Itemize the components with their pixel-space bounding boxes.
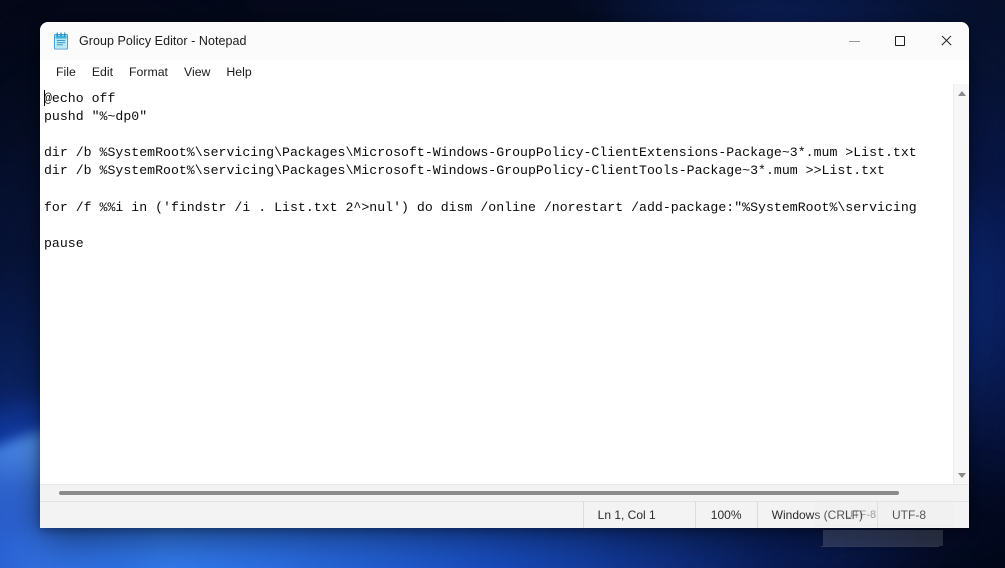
- editor-text: @echo off pushd "%~dp0" dir /b %SystemRo…: [44, 91, 917, 251]
- scroll-up-arrow-icon: [957, 90, 966, 96]
- status-zoom-level[interactable]: 100%: [694, 502, 757, 528]
- menu-item-format[interactable]: Format: [121, 62, 176, 82]
- menu-item-view[interactable]: View: [176, 62, 218, 82]
- maximize-icon: [895, 36, 905, 46]
- scroll-down-button[interactable]: [955, 468, 969, 482]
- window-title: Group Policy Editor - Notepad: [79, 34, 247, 48]
- text-editor[interactable]: @echo off pushd "%~dp0" dir /b %SystemRo…: [40, 84, 953, 484]
- notepad-window[interactable]: Group Policy Editor - Notepad File Edit …: [40, 22, 969, 528]
- close-icon: [940, 35, 952, 47]
- horizontal-scroll-track[interactable]: [42, 486, 967, 501]
- menu-bar: File Edit Format View Help: [40, 60, 969, 83]
- menu-item-file[interactable]: File: [48, 62, 84, 82]
- minimize-button[interactable]: [831, 22, 877, 60]
- close-button[interactable]: [923, 22, 969, 60]
- status-bar: Ln 1, Col 1 100% Windows (CRLF) UTF-8: [40, 501, 969, 528]
- status-line-ending[interactable]: Windows (CRLF): [756, 502, 877, 528]
- maximize-button[interactable]: [877, 22, 923, 60]
- minimize-icon: [848, 40, 860, 42]
- horizontal-scroll-thumb[interactable]: [59, 490, 899, 495]
- vertical-scrollbar[interactable]: [953, 84, 969, 484]
- notepad-icon: [53, 32, 69, 50]
- menu-item-help[interactable]: Help: [218, 62, 259, 82]
- horizontal-scrollbar[interactable]: [40, 484, 969, 501]
- title-bar[interactable]: Group Policy Editor - Notepad: [40, 22, 969, 60]
- window-controls: [831, 22, 969, 60]
- scroll-down-arrow-icon: [957, 472, 966, 478]
- status-encoding[interactable]: UTF-8: [877, 502, 969, 528]
- menu-item-edit[interactable]: Edit: [84, 62, 121, 82]
- status-cursor-position[interactable]: Ln 1, Col 1: [582, 502, 695, 528]
- editor-region: @echo off pushd "%~dp0" dir /b %SystemRo…: [40, 83, 969, 484]
- scroll-up-button[interactable]: [955, 86, 969, 100]
